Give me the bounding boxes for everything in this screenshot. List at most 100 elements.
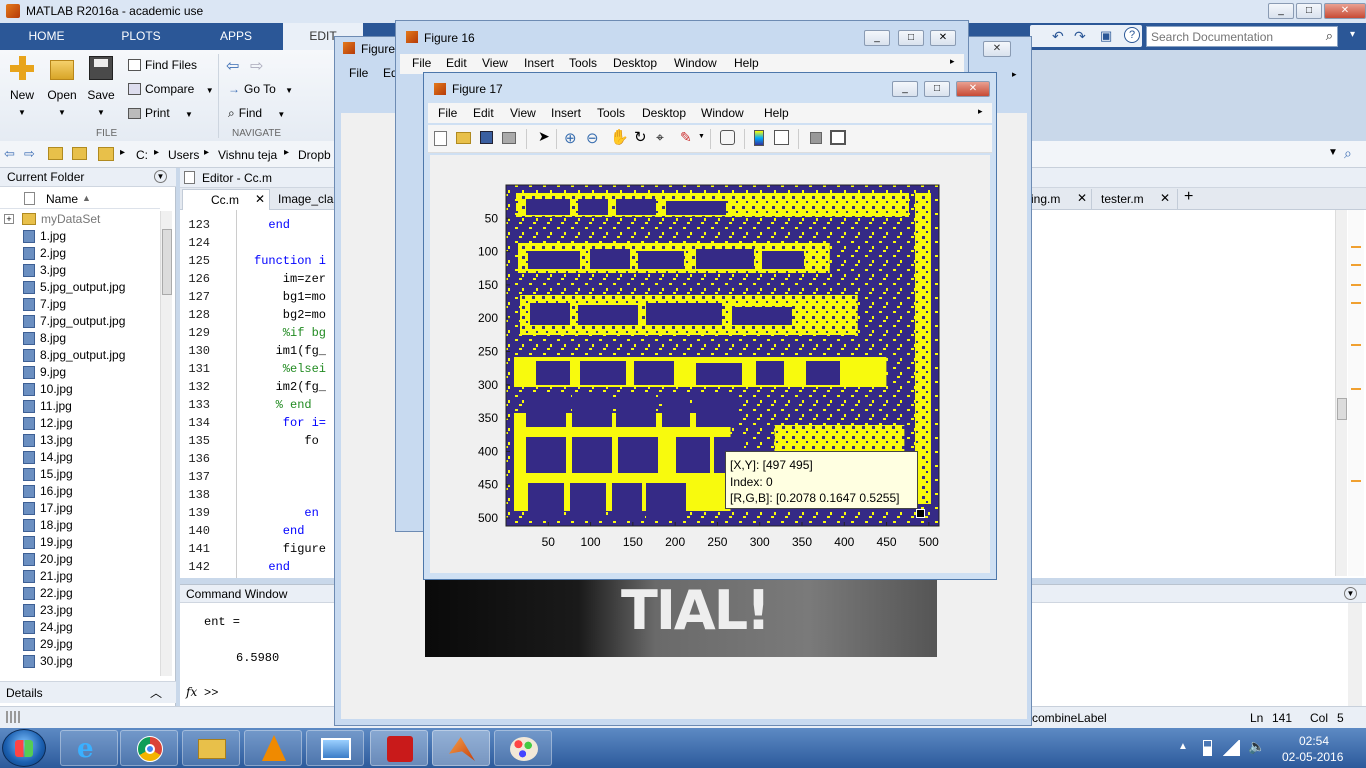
start-button[interactable] xyxy=(2,729,46,767)
file-list-item[interactable]: 8.jpg_output.jpg xyxy=(23,347,125,364)
menu-desktop[interactable]: Desktop xyxy=(642,106,686,120)
tab-plots[interactable]: PLOTS xyxy=(93,23,189,50)
file-list-item[interactable]: 29.jpg xyxy=(23,636,73,653)
code-line[interactable]: fo xyxy=(254,434,318,448)
file-list-item[interactable]: 23.jpg xyxy=(23,602,73,619)
menu-edit[interactable]: Edit xyxy=(473,106,494,120)
menu-window[interactable]: Window xyxy=(701,106,744,120)
menu-help[interactable]: Help xyxy=(734,56,759,70)
datatip-marker[interactable] xyxy=(916,509,925,518)
warning-marker[interactable] xyxy=(1351,284,1361,286)
code-line[interactable]: % end xyxy=(254,398,312,412)
binary-image-plot[interactable]: 50 100 150 200 250 300 350 400 450 500 50 100 150 200… xyxy=(430,155,990,573)
warning-marker[interactable] xyxy=(1351,480,1361,482)
file-list-item[interactable]: 8.jpg xyxy=(23,330,66,347)
file-list-item[interactable]: 30.jpg xyxy=(23,653,73,670)
network-signal-icon[interactable] xyxy=(1222,740,1240,756)
ribbon-collapse-icon[interactable]: ▾ xyxy=(1350,29,1355,40)
tab-apps[interactable]: APPS xyxy=(189,23,283,50)
maximize-button[interactable]: □ xyxy=(1296,3,1322,19)
menu-dock-icon[interactable]: ▸ xyxy=(1012,69,1017,80)
tab-close-icon[interactable]: ✕ xyxy=(1077,191,1087,205)
zoom-out-icon[interactable]: ⊖ xyxy=(586,129,599,147)
tab-close-icon[interactable]: ✕ xyxy=(1160,191,1170,205)
code-line[interactable]: for i= xyxy=(254,416,326,430)
print-button[interactable]: Print ▼ xyxy=(128,104,193,122)
save-button[interactable]: Save xyxy=(81,56,121,102)
brush-icon[interactable]: ✎ xyxy=(680,129,692,146)
menu-help[interactable]: Help xyxy=(764,106,789,120)
new-figure-icon[interactable] xyxy=(434,131,447,146)
brush-dropdown-icon[interactable]: ▼ xyxy=(698,133,705,140)
dropdown-icon[interactable]: ▼ xyxy=(97,108,105,117)
folder-scrollbar[interactable] xyxy=(160,211,172,676)
column-header[interactable]: Name ▲ xyxy=(0,189,160,209)
undo-icon[interactable]: ↶ xyxy=(1052,28,1064,45)
editor-tab-ing[interactable]: ing.m ✕ xyxy=(1030,189,1092,210)
redo-icon[interactable]: ↷ xyxy=(1074,28,1086,45)
editor-tab-image-cla[interactable]: Image_cla xyxy=(270,189,340,210)
menu-view[interactable]: View xyxy=(482,56,508,70)
new-button[interactable]: New xyxy=(2,56,42,102)
menu-insert[interactable]: Insert xyxy=(524,56,554,70)
colorbar-icon[interactable] xyxy=(754,130,764,146)
warning-marker[interactable] xyxy=(1351,344,1361,346)
file-list-item[interactable]: 7.jpg xyxy=(23,296,66,313)
minimize-button[interactable]: _ xyxy=(892,81,918,97)
compare-button[interactable]: Compare ▼ xyxy=(128,80,214,98)
back-arrow-icon[interactable]: ⇦ xyxy=(226,56,239,76)
file-list-item[interactable]: 11.jpg xyxy=(23,398,72,415)
file-list-item[interactable]: 2.jpg xyxy=(23,245,66,262)
code-line[interactable]: function i xyxy=(254,254,326,268)
file-list-item[interactable]: 3.jpg xyxy=(23,262,66,279)
tab-home[interactable]: HOME xyxy=(0,23,93,50)
panel-menu-icon[interactable]: ▼ xyxy=(1344,587,1357,600)
taskbar-chrome[interactable] xyxy=(120,730,178,766)
file-list-item[interactable]: 21.jpg xyxy=(23,568,73,585)
rotate-3d-icon[interactable]: ↻ xyxy=(634,128,647,146)
switch-windows-icon[interactable]: ▣ xyxy=(1100,28,1112,44)
warning-marker[interactable] xyxy=(1351,302,1361,304)
command-scrollbar[interactable] xyxy=(1348,603,1362,707)
file-list-item[interactable]: 10.jpg xyxy=(23,381,73,398)
code-line[interactable]: im1(fg_ xyxy=(254,344,326,358)
close-button[interactable]: ✕ xyxy=(956,81,990,97)
zoom-in-icon[interactable]: ⊕ xyxy=(564,129,577,147)
edit-plot-arrow-icon[interactable]: ➤ xyxy=(538,128,550,145)
menu-edit[interactable]: Edit xyxy=(446,56,467,70)
file-list-item[interactable]: 9.jpg xyxy=(23,364,66,381)
code-line[interactable]: %if bg xyxy=(254,326,326,340)
code-line[interactable]: bg1=mo xyxy=(254,290,326,304)
minimize-button[interactable]: _ xyxy=(1268,3,1294,19)
taskbar-explorer[interactable] xyxy=(182,730,240,766)
expand-icon[interactable]: + xyxy=(4,214,14,224)
open-button[interactable]: Open xyxy=(42,56,82,102)
warning-marker[interactable] xyxy=(1351,264,1361,266)
open-file-icon[interactable] xyxy=(456,132,471,144)
datatip[interactable]: [X,Y]: [497 495] Index: 0 [R,G,B]: [0.20… xyxy=(725,451,918,509)
menu-dock-icon[interactable]: ▸ xyxy=(978,106,983,117)
show-hidden-icons-icon[interactable]: ▲ xyxy=(1178,741,1188,752)
function-browser-icon[interactable]: fx xyxy=(186,685,197,699)
editor-tab-tester[interactable]: tester.m ✕ xyxy=(1092,189,1178,210)
file-list-item[interactable]: 14.jpg xyxy=(23,449,73,466)
search-input[interactable] xyxy=(1147,27,1312,46)
taskbar-acrobat[interactable] xyxy=(370,730,428,766)
taskbar-matlab[interactable] xyxy=(432,730,490,766)
code-line[interactable]: bg2=mo xyxy=(254,308,326,322)
folder-row[interactable]: + myDataSet xyxy=(0,211,160,228)
file-list-item[interactable]: 13.jpg xyxy=(23,432,73,449)
file-list-item[interactable]: 15.jpg xyxy=(23,466,73,483)
menu-tools[interactable]: Tools xyxy=(569,56,597,70)
menu-desktop[interactable]: Desktop xyxy=(613,56,657,70)
menu-view[interactable]: View xyxy=(510,106,536,120)
code-line[interactable]: im=zer xyxy=(254,272,326,286)
taskbar-vlc[interactable] xyxy=(244,730,302,766)
scrollbar-thumb[interactable] xyxy=(1337,398,1347,420)
print-figure-icon[interactable] xyxy=(502,132,516,144)
data-cursor-icon[interactable]: ⌖ xyxy=(656,129,664,146)
back-icon[interactable]: ⇦ xyxy=(4,146,15,162)
code-line[interactable]: end xyxy=(254,524,305,538)
tab-close-icon[interactable]: ✕ xyxy=(255,192,265,206)
editor-tab-cc[interactable]: Cc.m ✕ xyxy=(182,189,270,210)
